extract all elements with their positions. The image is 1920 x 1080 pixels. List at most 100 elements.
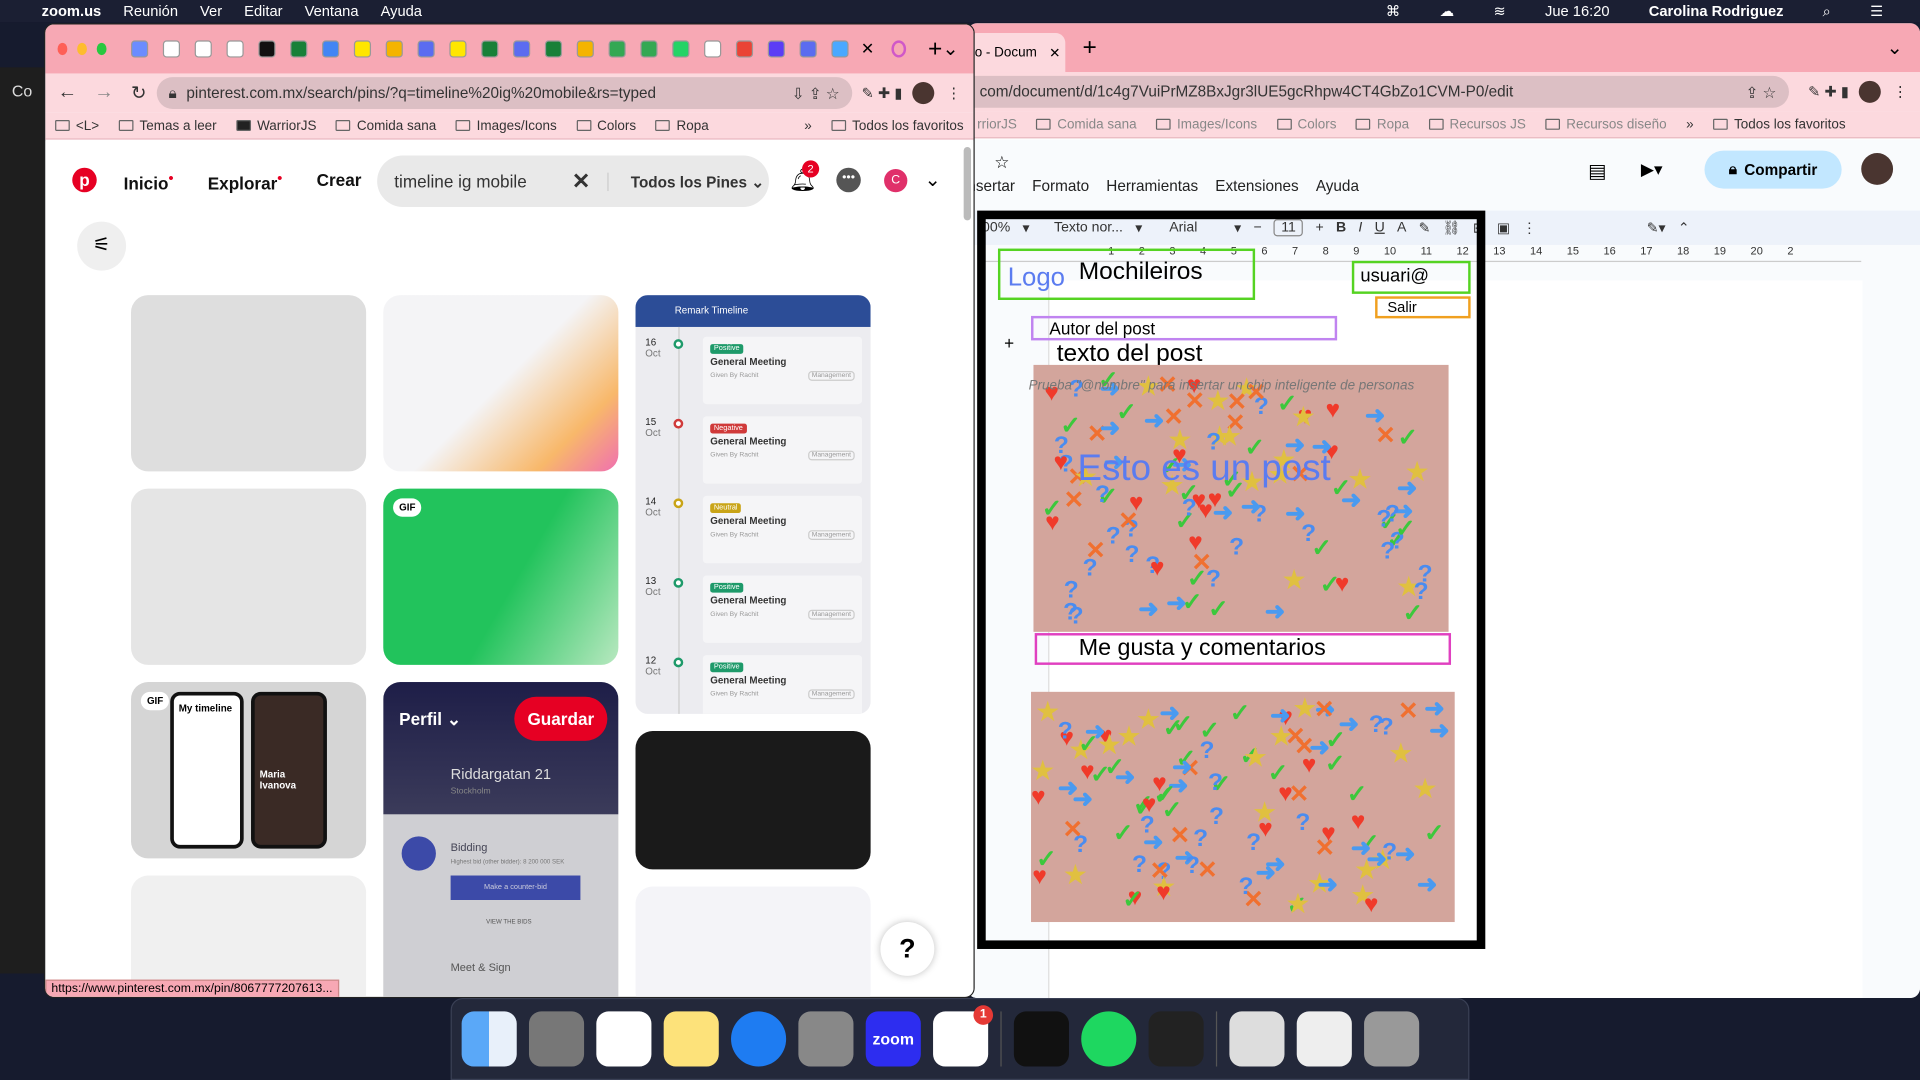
profile-avatar[interactable] — [1858, 80, 1881, 103]
menu-ayuda-docs[interactable]: Ayuda — [1316, 178, 1359, 195]
menu-extensiones[interactable]: Extensiones — [1215, 178, 1298, 195]
image-icon[interactable]: ▣ — [1497, 219, 1510, 237]
pinned-tab-icon[interactable] — [672, 40, 690, 58]
nav-crear[interactable]: Crear — [317, 170, 362, 193]
minimize-window-button[interactable] — [77, 42, 87, 56]
menu-editar[interactable]: Editar — [244, 2, 282, 19]
pin-map[interactable]: GIF — [383, 488, 619, 665]
share-button[interactable]: 🔒︎ Compartir — [1704, 150, 1842, 189]
share-icon[interactable]: ⇪ ☆ — [1745, 83, 1776, 101]
extensions-icon[interactable]: ✎ ✚ ▮ — [1808, 83, 1849, 100]
bookmark[interactable]: Colors — [576, 118, 636, 133]
bookmark[interactable]: Images/Icons — [1156, 117, 1257, 132]
tab-docs[interactable]: o - Docum ✕ — [967, 33, 1066, 73]
pinned-tab-icon[interactable] — [735, 40, 754, 58]
bookmark[interactable]: <L> — [55, 118, 99, 133]
account-chevron-icon[interactable]: ⌄ — [924, 168, 940, 192]
pin-my-timeline[interactable]: GIF My timeline Maria Ivanova — [131, 682, 367, 859]
bookmark[interactable]: Recursos diseño — [1545, 117, 1667, 132]
dock-app-store-icon[interactable] — [731, 1011, 787, 1067]
more-bookmarks[interactable]: » — [804, 118, 812, 133]
board-select[interactable]: Perfil ⌄ — [399, 709, 461, 730]
save-pin-button[interactable]: Guardar — [514, 696, 608, 741]
search-input[interactable]: timeline ig mobile — [394, 171, 572, 191]
nav-explorar[interactable]: Explorar• — [208, 170, 283, 193]
pin-phones[interactable] — [131, 295, 367, 472]
comments-icon[interactable]: ▤ — [1588, 159, 1607, 183]
menu-formato[interactable]: Formato — [1032, 178, 1089, 195]
menu-reunion[interactable]: Reunión — [123, 2, 178, 19]
bookmark[interactable]: WarriorJS — [236, 118, 316, 133]
pinned-tab-icon[interactable] — [831, 40, 849, 58]
install-icon[interactable]: ⇩ ⇪ ☆ — [792, 84, 840, 102]
clear-search-icon[interactable]: ✕ — [572, 168, 590, 194]
star-icon[interactable]: ☆ — [994, 152, 1009, 173]
meet-icon[interactable]: ▶▾ — [1641, 159, 1663, 180]
reload-icon[interactable]: ↻ — [131, 82, 146, 104]
account-avatar[interactable] — [1861, 153, 1894, 185]
clock[interactable]: Jue 16:20 — [1545, 2, 1610, 20]
dock-launchpad-icon[interactable] — [528, 1011, 585, 1067]
pinned-tab-icon[interactable] — [290, 40, 308, 58]
collapse-icon[interactable]: ⌃ — [1678, 219, 1690, 237]
filters-icon[interactable]: ⚟ — [77, 221, 127, 271]
more-bookmarks[interactable]: » — [1686, 117, 1694, 132]
dock-chrome-icon[interactable] — [596, 1011, 652, 1067]
dribbble-tab-icon[interactable] — [891, 40, 907, 58]
pin-dark-ui[interactable] — [635, 731, 871, 870]
pinned-tab-icon[interactable] — [258, 40, 276, 58]
scrollbar[interactable] — [963, 146, 972, 221]
address-bar[interactable]: com/document/d/1c4g7VuiPrMZ8BxJgr3lUE5gc… — [967, 75, 1789, 108]
control-center-icon[interactable]: ☰ — [1870, 2, 1883, 20]
close-tab-icon[interactable]: ✕ — [1049, 45, 1060, 61]
pinned-tab-icon[interactable] — [449, 40, 467, 58]
new-tab-icon[interactable]: + — [1082, 34, 1096, 62]
address-bar[interactable]: 🔒︎ pinterest.com.mx/search/pins/?q=timeli… — [156, 77, 852, 109]
pin-filter-dropdown[interactable]: Todos los Pines ⌄ — [607, 172, 764, 191]
pinned-tab-icon[interactable] — [322, 40, 340, 58]
forward-icon[interactable]: → — [94, 82, 114, 104]
more-icon[interactable]: ⋮ — [1522, 219, 1536, 237]
dock-trash-icon[interactable] — [1364, 1011, 1420, 1067]
pinned-tab-icon[interactable] — [576, 40, 594, 58]
profile-avatar[interactable] — [912, 82, 935, 105]
pinned-tab-icon[interactable] — [513, 40, 531, 58]
dock-zoom-icon[interactable]: zoom — [865, 1011, 921, 1067]
pinned-tab-icon[interactable] — [481, 40, 499, 58]
pinned-tab-icon[interactable] — [162, 40, 181, 58]
dock-finder-icon[interactable] — [461, 1011, 517, 1067]
pinned-tab-icon[interactable] — [799, 40, 817, 58]
figma-icon[interactable]: ⌘ — [1386, 2, 1401, 20]
menu-ayuda[interactable]: Ayuda — [381, 2, 422, 19]
menu-icon[interactable]: ⋮ — [1893, 83, 1908, 100]
pinned-tab-icon[interactable] — [385, 40, 403, 58]
close-tab-icon[interactable]: ✕ — [861, 39, 874, 59]
pinned-tab-icon[interactable] — [767, 40, 785, 58]
dock-chrome-window-icon[interactable] — [1296, 1011, 1352, 1067]
menu-herramientas[interactable]: Herramientas — [1106, 178, 1198, 195]
back-icon[interactable]: ← — [58, 82, 78, 104]
bookmark[interactable]: Temas a leer — [118, 118, 217, 133]
all-bookmarks[interactable]: Todos los favoritos — [1713, 117, 1846, 132]
new-tab-icon[interactable]: + — [928, 35, 942, 63]
pinned-tab-icon[interactable] — [704, 40, 722, 58]
pinned-tab-icon[interactable] — [417, 40, 435, 58]
spotlight-icon[interactable]: ⌕ — [1823, 2, 1831, 20]
dock-spotify-icon[interactable] — [1081, 1011, 1137, 1067]
pin-fashion[interactable] — [131, 488, 367, 665]
dock-terminal-icon[interactable] — [1013, 1011, 1069, 1067]
menu-ventana[interactable]: Ventana — [305, 2, 359, 19]
pinned-tab-icon[interactable] — [353, 40, 372, 58]
bookmark[interactable]: Comida sana — [1036, 117, 1137, 132]
editing-mode-icon[interactable]: ✎▾ — [1647, 219, 1666, 237]
bookmark[interactable]: Ropa — [655, 118, 709, 133]
help-button[interactable]: ? — [880, 922, 935, 976]
extension-icon[interactable]: ✎ ✚ ▮ — [862, 84, 903, 101]
dock-notes-icon[interactable] — [663, 1011, 719, 1067]
tab-list-chevron-icon[interactable]: ⌄ — [942, 37, 958, 61]
wifi-icon[interactable]: ≋ — [1494, 2, 1506, 20]
nav-inicio[interactable]: Inicio• — [124, 170, 174, 193]
pin-onboarding[interactable] — [383, 295, 619, 472]
bookmark[interactable]: Comida sana — [336, 118, 436, 133]
messages-icon[interactable]: ••• — [836, 167, 861, 193]
